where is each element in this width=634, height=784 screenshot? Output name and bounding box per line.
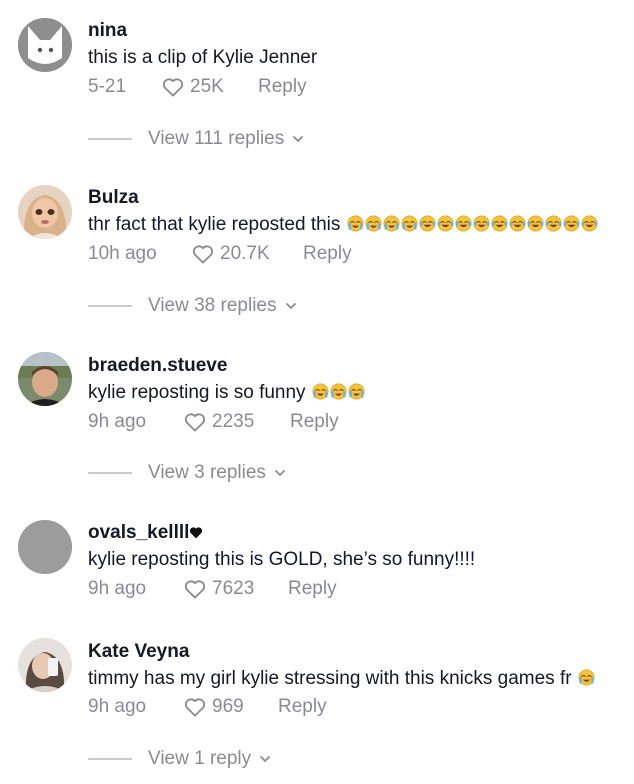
- like-count: 25K: [190, 76, 224, 97]
- comment-time: 10h ago: [88, 243, 157, 264]
- comment-text-body: thr fact that kylie reposted this: [88, 214, 341, 235]
- black-heart-icon: [190, 527, 203, 539]
- heart-icon: [184, 698, 206, 717]
- view-replies-label: View 111 replies: [148, 128, 285, 149]
- like-button[interactable]: 20.7K: [192, 243, 270, 265]
- chevron-down-icon: [275, 470, 285, 477]
- heart-icon: [192, 245, 214, 264]
- like-button[interactable]: 2235: [184, 411, 254, 433]
- view-replies-button[interactable]: View 38 replies: [88, 294, 297, 318]
- like-button[interactable]: 25K: [162, 76, 224, 98]
- selfie-avatar-icon: [18, 638, 72, 692]
- like-count: 2235: [212, 411, 255, 432]
- heart-icon: [184, 413, 206, 432]
- comment-username[interactable]: Kate Veyna: [88, 641, 189, 663]
- heart-icon: [184, 580, 206, 599]
- like-button[interactable]: 7623: [184, 578, 254, 600]
- comment-username[interactable]: Bulza: [88, 187, 139, 209]
- tears-of-joy-emoji-icon: [527, 215, 544, 232]
- crying-face-emoji-icon: [578, 669, 595, 686]
- tears-of-joy-emoji-icon: [491, 215, 508, 232]
- comment-username-text: ovals_kellll: [88, 522, 190, 543]
- photo-avatar-icon: [18, 352, 72, 406]
- doll-avatar-icon: [18, 185, 72, 239]
- comment-text: this is a clip of Kylie Jenner: [88, 47, 318, 68]
- view-replies-button[interactable]: View 3 replies: [88, 461, 286, 485]
- crying-face-emoji-icon: [365, 215, 382, 232]
- comment-text: thr fact that kylie reposted this: [88, 214, 598, 236]
- tears-of-joy-emoji-icon: [473, 215, 490, 232]
- crying-face-emoji-icon: [312, 383, 329, 400]
- view-replies-button[interactable]: View 111 replies: [88, 127, 304, 151]
- view-replies-label: View 3 replies: [148, 462, 266, 483]
- comment-text: timmy has my girl kylie stressing with t…: [88, 668, 595, 690]
- crying-face-emoji-icon: [383, 215, 400, 232]
- tears-of-joy-emoji-icon: [563, 215, 580, 232]
- comment-username[interactable]: ovals_kellll: [88, 522, 203, 544]
- chevron-down-icon: [293, 136, 304, 143]
- like-count: 20.7K: [220, 243, 270, 264]
- comment-text-body: kylie reposting is so funny: [88, 382, 306, 403]
- crying-face-emoji-icon: [348, 383, 365, 400]
- avatar[interactable]: [18, 185, 72, 239]
- reply-button[interactable]: Reply: [303, 243, 352, 265]
- reply-button[interactable]: Reply: [258, 76, 307, 98]
- reply-button[interactable]: Reply: [278, 696, 327, 718]
- avatar[interactable]: [18, 18, 72, 72]
- comment-time: 9h ago: [88, 578, 147, 599]
- tears-of-joy-emoji-icon: [581, 215, 598, 232]
- tears-of-joy-emoji-icon: [437, 215, 454, 232]
- comment-text: kylie reposting this is GOLD, she’s so f…: [88, 549, 476, 570]
- divider-line: [88, 138, 132, 140]
- emoji-group: [311, 382, 365, 403]
- divider-line: [88, 472, 132, 474]
- chevron-down-icon: [260, 756, 271, 763]
- avatar[interactable]: [18, 520, 72, 574]
- emoji-group: [346, 214, 598, 235]
- comment-time: 9h ago: [88, 696, 147, 717]
- crying-face-emoji-icon: [401, 215, 418, 232]
- reply-button[interactable]: Reply: [290, 411, 339, 433]
- like-count: 7623: [212, 578, 255, 599]
- like-button[interactable]: 969: [184, 696, 244, 718]
- tears-of-joy-emoji-icon: [545, 215, 562, 232]
- divider-line: [88, 305, 132, 307]
- emoji-group: [577, 668, 595, 689]
- view-replies-label: View 1 reply: [148, 748, 252, 769]
- default-avatar-icon: [18, 520, 72, 574]
- avatar[interactable]: [18, 352, 72, 406]
- view-replies-label: View 38 replies: [148, 295, 277, 316]
- divider-line: [88, 758, 132, 760]
- crying-face-emoji-icon: [330, 383, 347, 400]
- tears-of-joy-emoji-icon: [419, 215, 436, 232]
- comment-username[interactable]: nina: [88, 20, 127, 42]
- cat-silhouette-avatar-icon: [18, 18, 72, 72]
- chevron-down-icon: [285, 303, 296, 310]
- avatar[interactable]: [18, 638, 72, 692]
- comment-text-body: timmy has my girl kylie stressing with t…: [88, 668, 572, 689]
- comment-text: kylie reposting is so funny: [88, 382, 365, 404]
- comment-username[interactable]: braeden.stueve: [88, 355, 227, 377]
- comment-time: 9h ago: [88, 411, 147, 432]
- like-count: 969: [212, 696, 244, 717]
- heart-icon: [162, 78, 184, 97]
- tears-of-joy-emoji-icon: [509, 215, 526, 232]
- crying-face-emoji-icon: [347, 215, 364, 232]
- comment-time: 5-21: [88, 76, 127, 97]
- tears-of-joy-emoji-icon: [455, 215, 472, 232]
- reply-button[interactable]: Reply: [288, 578, 337, 600]
- view-replies-button[interactable]: View 1 reply: [88, 747, 271, 771]
